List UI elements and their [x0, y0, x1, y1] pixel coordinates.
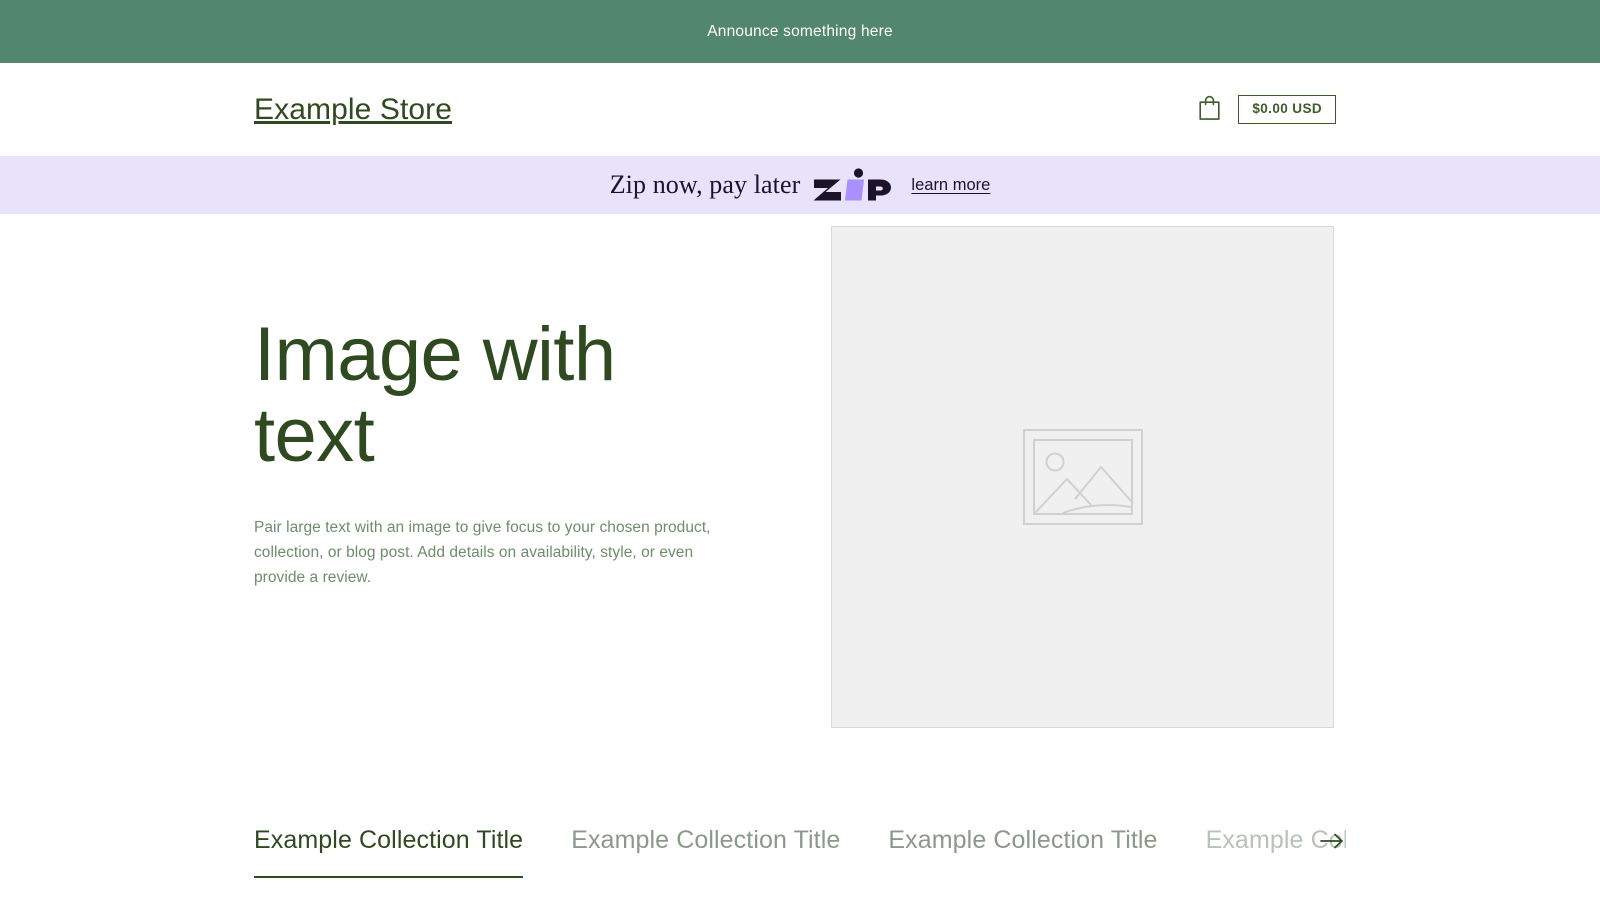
hero-heading: Image with text: [254, 312, 616, 479]
zip-promo-banner: Zip now, pay later learn more: [0, 156, 1600, 214]
announcement-text: Announce something here: [707, 22, 893, 40]
collection-tabs-next-button[interactable]: [1318, 828, 1346, 856]
hero-text-column: Image with text Pair large text with an …: [254, 214, 754, 590]
hero-image-with-text: Image with text Pair large text with an …: [0, 214, 1600, 774]
header-actions: $0.00 USD: [1197, 94, 1336, 126]
collection-tabs-section: Example Collection Title Example Collect…: [0, 816, 1600, 878]
image-placeholder-icon: [1022, 429, 1143, 525]
collection-tab-3[interactable]: Example Collection Title: [888, 826, 1157, 879]
collection-tab-1[interactable]: Example Collection Title: [254, 826, 524, 878]
hero-body-text: Pair large text with an image to give fo…: [254, 518, 711, 586]
collection-tabs-list: Example Collection Title Example Collect…: [254, 816, 1346, 878]
store-name-link[interactable]: Example Store: [254, 94, 452, 125]
hero-image-placeholder: [831, 226, 1334, 728]
arrow-right-icon: [1320, 832, 1344, 853]
zip-tagline: Zip now, pay later: [609, 170, 801, 199]
zip-promo-inner: Zip now, pay later learn more: [609, 167, 990, 203]
hero-media-column: [831, 214, 1334, 728]
shopping-bag-icon[interactable]: [1197, 94, 1222, 126]
cart-total-button[interactable]: $0.00 USD: [1238, 95, 1336, 124]
site-header: Example Store $0.00 USD: [0, 63, 1600, 156]
collection-tab-2[interactable]: Example Collection Title: [571, 826, 840, 879]
zip-logo-icon: [813, 167, 892, 202]
zip-learn-more-link[interactable]: learn more: [911, 176, 990, 195]
announcement-bar: Announce something here: [0, 0, 1600, 63]
